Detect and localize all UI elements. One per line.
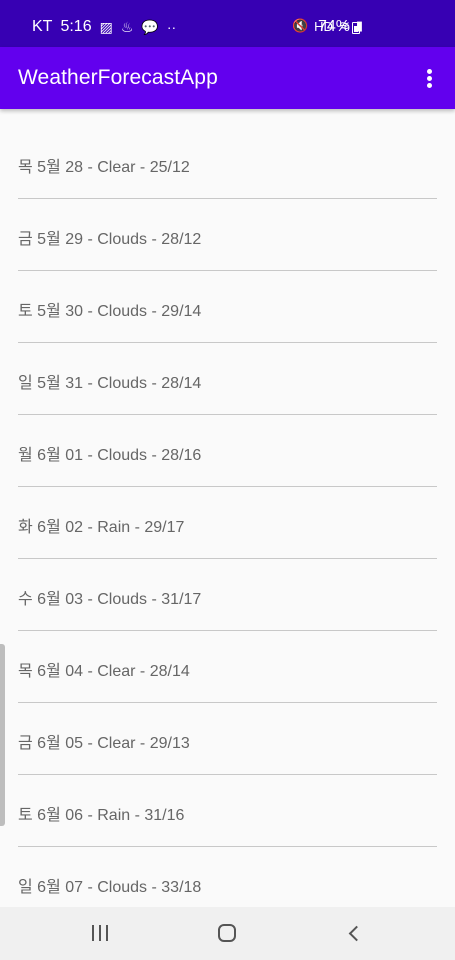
app-title: WeatherForecastApp xyxy=(18,66,218,89)
list-item[interactable]: 토 5월 30 - Clouds - 29/14 xyxy=(18,271,437,343)
forecast-text: 월 6월 01 - Clouds - 28/16 xyxy=(18,447,202,464)
list-item[interactable]: 수 6월 03 - Clouds - 31/17 xyxy=(18,559,437,631)
forecast-text: 금 5월 29 - Clouds - 28/12 xyxy=(18,231,202,248)
recent-apps-icon[interactable] xyxy=(91,925,109,941)
chat-icon: 💬 xyxy=(141,19,159,35)
app-bar: WeatherForecastApp xyxy=(0,47,455,109)
forecast-text: 일 5월 31 - Clouds - 28/14 xyxy=(18,375,202,392)
more-dots-icon: ·· xyxy=(166,19,177,35)
home-icon[interactable] xyxy=(218,924,236,942)
forecast-text: 일 6월 07 - Clouds - 33/18 xyxy=(18,879,202,896)
list-item[interactable]: 일 6월 07 - Clouds - 33/18 xyxy=(18,847,437,907)
forecast-text: 토 6월 06 - Rain - 31/16 xyxy=(18,807,185,824)
image-icon: ▨ xyxy=(99,19,113,35)
battery-percent: 74% xyxy=(318,18,351,35)
forecast-text: 목 5월 28 - Clear - 25/12 xyxy=(18,159,190,176)
list-item[interactable]: 금 6월 05 - Clear - 29/13 xyxy=(18,703,437,775)
status-bar: KT 5:16 ▨ ♨ 💬 ·· 🔇 HD ≋ ▮ 74% xyxy=(0,0,455,47)
forecast-text: 토 5월 30 - Clouds - 29/14 xyxy=(18,303,202,320)
forecast-list[interactable]: 목 5월 28 - Clear - 25/12 금 5월 29 - Clouds … xyxy=(0,127,455,907)
back-icon[interactable] xyxy=(347,925,363,941)
list-item[interactable]: 화 6월 02 - Rain - 29/17 xyxy=(18,487,437,559)
carrier-label: KT xyxy=(32,18,53,35)
list-item[interactable]: 월 6월 01 - Clouds - 28/16 xyxy=(18,415,437,487)
list-item[interactable]: 금 5월 29 - Clouds - 28/12 xyxy=(18,199,437,271)
mute-icon: 🔇 xyxy=(291,18,309,33)
clock: 5:16 xyxy=(60,18,92,35)
list-item[interactable]: 목 6월 04 - Clear - 28/14 xyxy=(18,631,437,703)
fan-notification-icon: ♨ xyxy=(120,19,134,35)
overflow-menu-icon[interactable] xyxy=(414,60,446,96)
forecast-text: 금 6월 05 - Clear - 29/13 xyxy=(18,735,190,752)
forecast-text: 목 6월 04 - Clear - 28/14 xyxy=(18,663,190,680)
edge-panel-handle[interactable] xyxy=(0,644,5,826)
forecast-text: 수 6월 03 - Clouds - 31/17 xyxy=(18,591,202,608)
list-item[interactable]: 토 6월 06 - Rain - 31/16 xyxy=(18,775,437,847)
navigation-bar xyxy=(0,907,455,960)
status-left: KT 5:16 ▨ ♨ 💬 ·· xyxy=(32,18,176,36)
list-item[interactable]: 목 5월 28 - Clear - 25/12 xyxy=(18,127,437,199)
list-item[interactable]: 일 5월 31 - Clouds - 28/14 xyxy=(18,343,437,415)
battery-icon xyxy=(352,22,360,34)
forecast-text: 화 6월 02 - Rain - 29/17 xyxy=(18,519,185,536)
